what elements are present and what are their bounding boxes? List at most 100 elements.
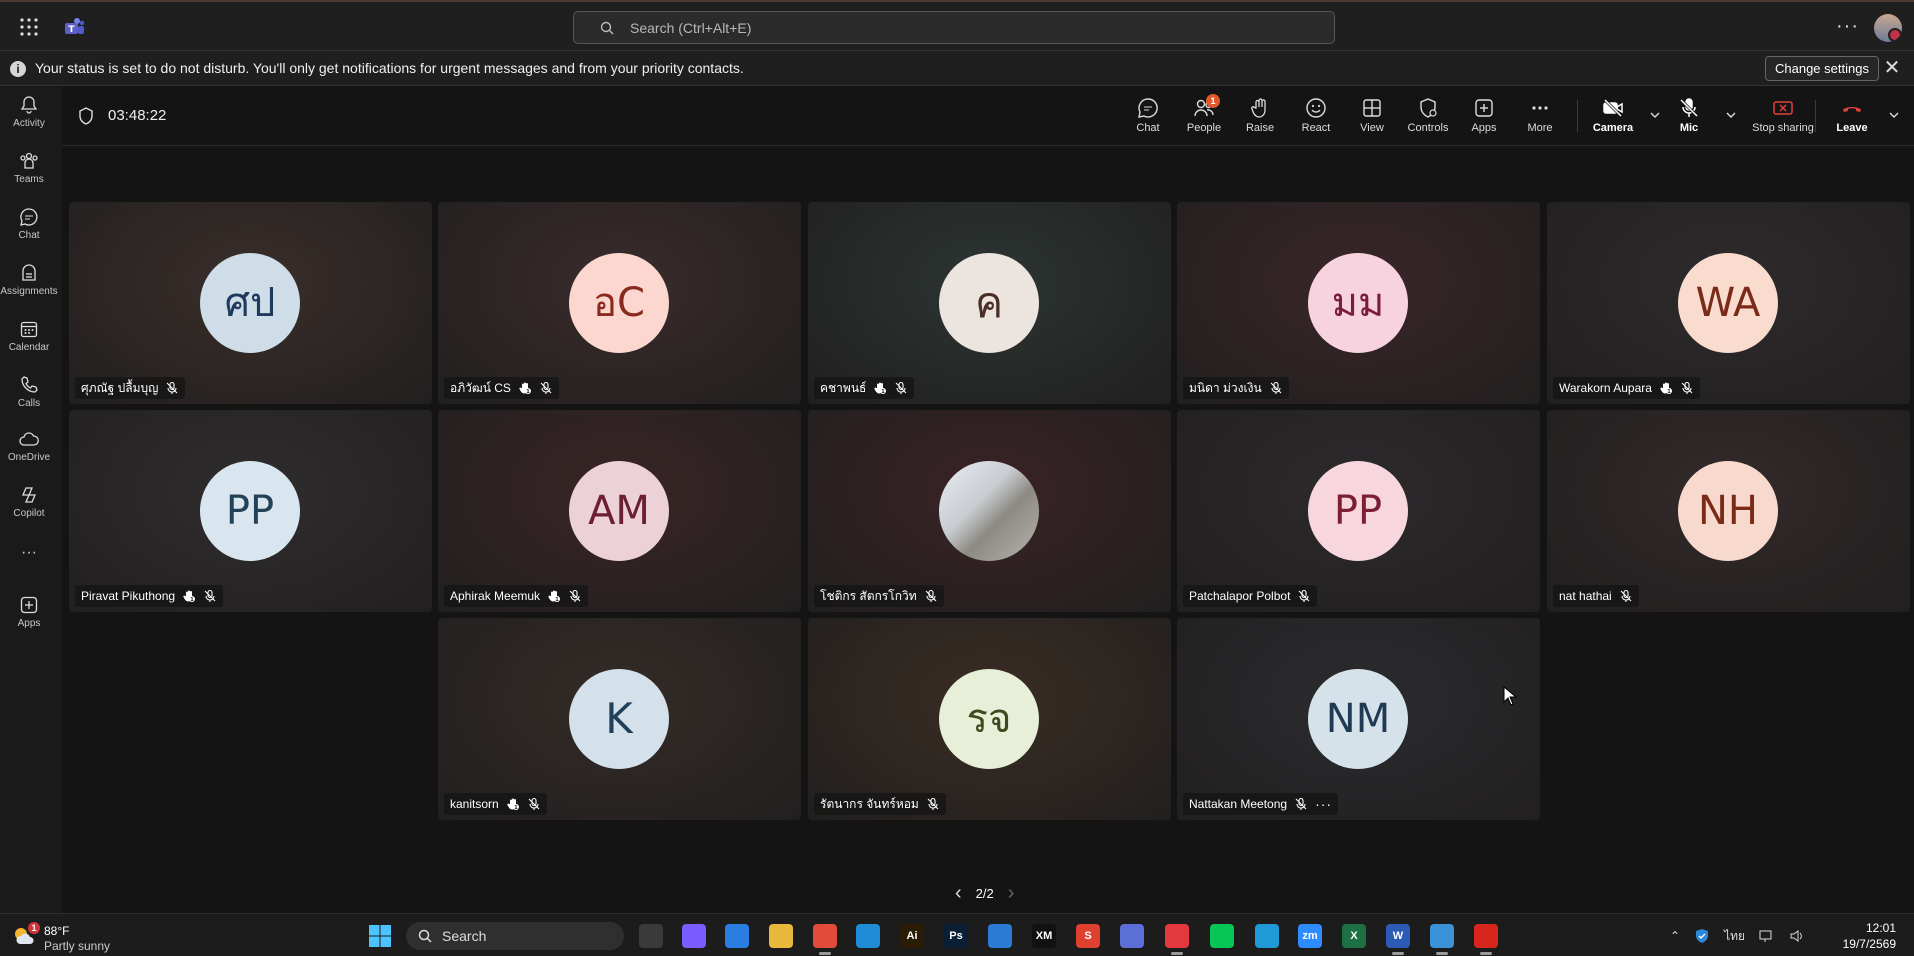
rail-item-calendar[interactable]: Calendar: [0, 311, 58, 363]
chevron-down-icon[interactable]: [1888, 109, 1900, 121]
taskbar-app-word-icon[interactable]: W: [1386, 924, 1410, 955]
participant-tile[interactable]: Kkanitsorn 1: [438, 618, 801, 820]
taskbar-app-task-view-icon[interactable]: [639, 924, 663, 948]
taskbar-app-line-icon[interactable]: [1210, 924, 1234, 948]
people-button[interactable]: 1 People: [1176, 94, 1232, 134]
participant-tile[interactable]: ศป ศุภณัฐ ปลื้มบุญ: [69, 202, 432, 404]
participant-name-tag: มนิดา ม่วงเงิน: [1183, 377, 1289, 399]
settings-more-button[interactable]: ···: [1836, 16, 1859, 36]
camera-label: Camera: [1592, 122, 1634, 134]
participant-tile[interactable]: NH nat hathai: [1547, 410, 1910, 612]
defender-icon[interactable]: [1694, 928, 1710, 944]
camera-button[interactable]: Camera: [1585, 97, 1641, 134]
leave-button[interactable]: Leave: [1824, 97, 1880, 134]
rail-item-chat[interactable]: Chat: [0, 199, 58, 251]
taskbar-app-illustrator-icon[interactable]: Ai: [900, 924, 924, 948]
rail-item-activity[interactable]: Activity: [0, 87, 58, 139]
participant-tile[interactable]: AM Aphirak Meemuk 1: [438, 410, 801, 612]
close-icon[interactable]: ✕: [1882, 58, 1902, 78]
search-input[interactable]: Search (Ctrl+Alt+E): [573, 11, 1335, 44]
change-settings-button[interactable]: Change settings: [1765, 56, 1879, 81]
participant-name-tag: Piravat Pikuthong 1: [75, 585, 224, 607]
windows-taskbar: 1 88°F Partly sunny Search Ai Ps XM Szm X W ⌃…: [0, 913, 1914, 956]
system-clock[interactable]: 12:01 19/7/2569: [1840, 920, 1896, 952]
react-button[interactable]: React: [1288, 97, 1344, 134]
taskbar-app-app-blue-icon[interactable]: [1120, 924, 1144, 948]
participant-tile[interactable]: โชติกร สัตกรโกวิท: [808, 410, 1171, 612]
mic-off-icon: [1681, 381, 1693, 394]
chevron-up-icon[interactable]: ⌃: [1670, 929, 1680, 943]
mic-button[interactable]: Mic: [1661, 97, 1717, 134]
taskbar-app-snagit-icon[interactable]: S: [1076, 924, 1100, 948]
taskbar-app-edge-icon[interactable]: [1255, 924, 1279, 948]
chevron-down-icon[interactable]: [1725, 109, 1737, 121]
rail-item-copilot[interactable]: Copilot: [0, 477, 58, 529]
taskbar-app-chrome-icon[interactable]: [813, 924, 837, 955]
participant-tile[interactable]: NM Nattakan Meetong ···: [1177, 618, 1540, 820]
rail-item-apps[interactable]: Apps: [0, 587, 58, 639]
view-button[interactable]: View: [1344, 97, 1400, 134]
volume-icon[interactable]: [1789, 928, 1805, 944]
profile-avatar[interactable]: [1874, 14, 1902, 42]
chevron-down-icon[interactable]: [1649, 109, 1661, 121]
rail-item-calls[interactable]: Calls: [0, 367, 58, 419]
search-icon: [418, 929, 432, 943]
controls-button[interactable]: Controls: [1400, 97, 1456, 134]
banner-message: Your status is set to do not disturb. Yo…: [35, 60, 744, 76]
app-launcher-icon[interactable]: [18, 16, 40, 38]
participant-tile[interactable]: อC อภิวัฒน์ CS 1: [438, 202, 801, 404]
apps-button[interactable]: Apps: [1456, 97, 1512, 134]
taskbar-app-copilot-icon[interactable]: [682, 924, 706, 948]
weather-widget[interactable]: 1 88°F Partly sunny: [12, 922, 122, 953]
raise-hand-button[interactable]: Raise: [1232, 97, 1288, 134]
participant-name-tag: โชติกร สัตกรโกวิท: [814, 585, 944, 607]
stop-sharing-label: Stop sharing: [1752, 122, 1814, 134]
mic-off-icon: [1270, 381, 1282, 394]
participant-name: โชติกร สัตกรโกวิท: [820, 588, 917, 603]
stop-sharing-button[interactable]: Stop sharing: [1742, 97, 1824, 134]
participant-tile[interactable]: มม มนิดา ม่วงเงิน: [1177, 202, 1540, 404]
taskbar-app-xm-icon[interactable]: XM: [1032, 924, 1056, 948]
participant-tile[interactable]: รจ รัตนากร จันทร์หอม: [808, 618, 1171, 820]
participant-tile[interactable]: คคชาพนธ์ 1: [808, 202, 1171, 404]
taskbar-app-zoom-icon[interactable]: zm: [1298, 924, 1322, 948]
participant-tile[interactable]: PP Patchalapor Polbot: [1177, 410, 1540, 612]
taskbar-app-anydesk-icon[interactable]: [1165, 924, 1189, 955]
taskbar-app-photos-icon[interactable]: [1430, 924, 1454, 955]
rail-item-assignments[interactable]: Assignments: [0, 255, 58, 307]
participant-name-tag: อภิวัฒน์ CS 1: [444, 377, 559, 399]
participant-more-icon[interactable]: ···: [1315, 796, 1332, 812]
more-button[interactable]: More: [1512, 97, 1568, 134]
participant-tile[interactable]: PP Piravat Pikuthong 1: [69, 410, 432, 612]
taskbar-app-calendar-icon[interactable]: [988, 924, 1012, 948]
taskbar-app-excel-icon[interactable]: X: [1342, 924, 1366, 948]
rail-label: Teams: [14, 174, 44, 185]
mic-off-icon: [925, 589, 937, 602]
previous-page-button[interactable]: ‹: [955, 882, 962, 905]
rail-item-onedrive[interactable]: OneDrive: [0, 421, 58, 473]
mic-off-icon: [895, 381, 907, 394]
taskbar-app-store-icon[interactable]: [725, 924, 749, 948]
taskbar-app-acrobat-icon[interactable]: [1474, 924, 1498, 955]
rail-more-button[interactable]: ···: [0, 543, 58, 567]
rail-item-teams[interactable]: Teams: [0, 143, 58, 195]
raised-hand-icon: 1: [548, 590, 561, 603]
windows-logo-icon: [369, 925, 391, 947]
rail-label: OneDrive: [7, 452, 51, 463]
rail-label: Assignments: [0, 286, 58, 297]
more-icon: [1532, 106, 1548, 110]
taskbar-app-file-explorer-icon[interactable]: [769, 924, 793, 948]
next-page-button[interactable]: ›: [1008, 882, 1015, 905]
taskbar-search[interactable]: Search: [406, 922, 624, 950]
svg-text:T: T: [68, 25, 75, 35]
taskbar-app-vscode-icon[interactable]: [856, 924, 880, 948]
participant-tile[interactable]: WA Warakorn Aupara 1: [1547, 202, 1910, 404]
input-language[interactable]: ไทย: [1724, 927, 1745, 946]
participant-name-tag: ศุภณัฐ ปลื้มบุญ: [75, 377, 186, 399]
weather-badge: 1: [28, 922, 40, 934]
network-icon[interactable]: [1759, 928, 1775, 944]
copilot-icon: [22, 487, 36, 503]
taskbar-app-photoshop-icon[interactable]: Ps: [944, 924, 968, 948]
chat-button[interactable]: Chat: [1120, 97, 1176, 134]
start-button[interactable]: [368, 924, 392, 948]
